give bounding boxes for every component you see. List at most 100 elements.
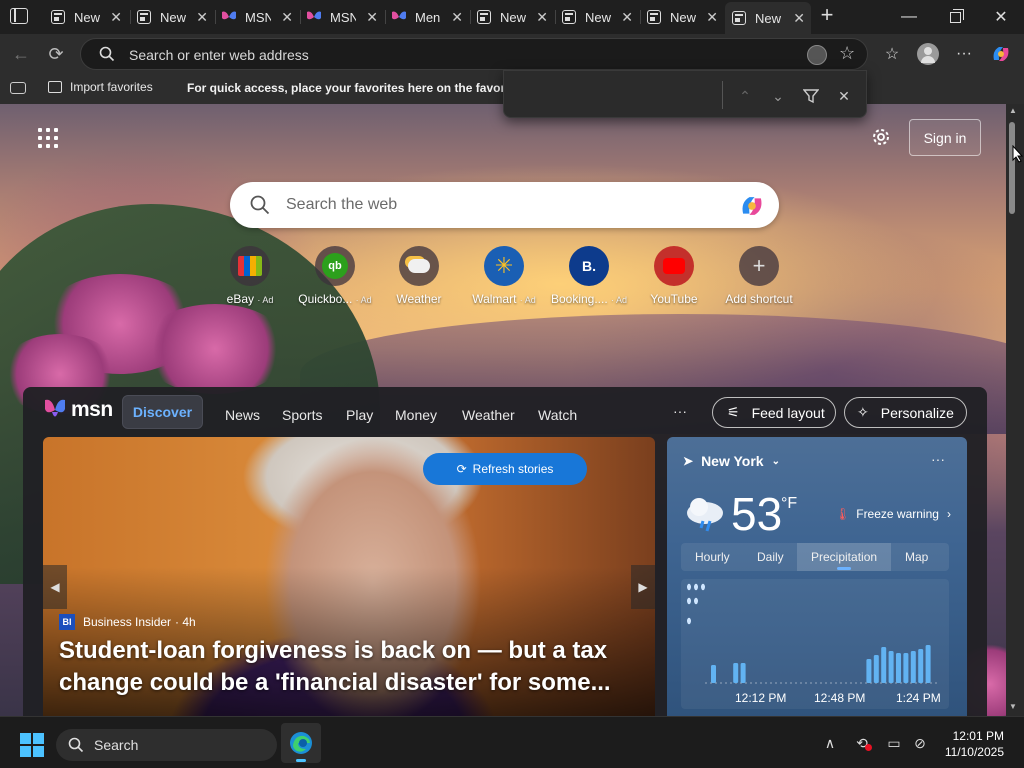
find-previous-icon[interactable]: ⌃	[734, 85, 756, 107]
tab-actions-icon[interactable]	[10, 8, 28, 24]
tab-weather[interactable]: Weather	[462, 407, 515, 423]
weather-more-icon[interactable]: ···	[931, 451, 945, 467]
close-tab-icon[interactable]: ✕	[110, 9, 122, 26]
sidebar-toggle-icon[interactable]	[10, 82, 26, 94]
filter-icon[interactable]	[800, 85, 822, 107]
freeze-warning-alert[interactable]: 🌡 Freeze warning ›	[835, 507, 951, 521]
tab-sports[interactable]: Sports	[282, 407, 322, 423]
tab-8[interactable]: New ✕	[640, 4, 724, 30]
next-story-arrow[interactable]: ▶	[631, 565, 655, 609]
tab-7[interactable]: New ✕	[555, 4, 639, 30]
refresh-stories-button[interactable]: ⟳ Refresh stories	[423, 453, 587, 485]
precip-bar	[896, 653, 901, 683]
display-icon[interactable]: ▭	[884, 733, 904, 753]
tab-news[interactable]: News	[225, 407, 260, 423]
system-clock[interactable]: 12:01 PM 11/10/2025	[945, 728, 1004, 760]
close-tab-icon[interactable]: ✕	[706, 9, 718, 26]
copilot-icon[interactable]	[738, 192, 766, 225]
new-tab-page-icon	[732, 11, 746, 25]
raindrop-marker	[701, 583, 705, 591]
windows-start-icon[interactable]	[20, 733, 44, 757]
tab-daily[interactable]: Daily	[757, 550, 784, 564]
show-hidden-icons-chevron[interactable]: ∧	[820, 733, 840, 753]
close-tab-icon[interactable]: ✕	[793, 10, 805, 27]
shortcut-add[interactable]: + Add shortcut	[719, 246, 799, 306]
tab-title: MSN	[245, 9, 271, 25]
sign-in-button[interactable]: Sign in	[909, 119, 981, 156]
find-next-icon[interactable]: ⌄	[767, 85, 789, 107]
scroll-down-arrow[interactable]: ▼	[1009, 702, 1017, 711]
tab-1[interactable]: New ✕	[44, 4, 128, 30]
close-tab-icon[interactable]: ✕	[621, 9, 633, 26]
story-source[interactable]: BI Business Insider · 4h	[59, 614, 196, 630]
shortcut-weather[interactable]: Weather	[379, 246, 459, 306]
weather-card[interactable]: ➤ New York ⌄ ··· 53 °F 🌡 Freeze warning …	[667, 437, 967, 716]
edge-taskbar-icon[interactable]	[281, 723, 321, 763]
import-favorites-button[interactable]: Import favorites	[48, 80, 153, 94]
close-tab-icon[interactable]: ✕	[451, 9, 463, 26]
chart-time-1: 12:12 PM	[735, 691, 787, 705]
close-tab-icon[interactable]: ✕	[196, 9, 208, 26]
shortcut-youtube[interactable]: YouTube	[634, 246, 714, 306]
tab-discover[interactable]: Discover	[122, 395, 203, 429]
sync-alert-icon[interactable]: ⟲	[852, 733, 872, 753]
copilot-icon[interactable]	[986, 40, 1016, 68]
scroll-thumb[interactable]	[1009, 122, 1015, 214]
back-arrow-icon[interactable]: ←	[6, 40, 36, 68]
tab-underline	[837, 567, 851, 570]
previous-story-arrow[interactable]: ◀	[43, 565, 67, 609]
tab-play[interactable]: Play	[346, 407, 373, 423]
close-find-icon[interactable]: ✕	[833, 85, 855, 107]
weather-location[interactable]: ➤ New York ⌄	[683, 453, 780, 469]
tab-money[interactable]: Money	[395, 407, 437, 423]
refresh-icon: ⟳	[456, 462, 467, 476]
close-window-button[interactable]: ✕	[978, 0, 1024, 34]
tab-9-active[interactable]: New ✕	[725, 2, 811, 34]
find-on-page-bar: ⌃ ⌄ ✕	[503, 70, 867, 118]
shortcut-ebay[interactable]: eBay · Ad	[210, 246, 290, 306]
profile-avatar[interactable]	[913, 40, 943, 68]
apps-launcher-icon[interactable]	[38, 128, 58, 148]
hero-story-card[interactable]: ⟳ Refresh stories ◀ ▶ BI Business Inside…	[43, 437, 655, 716]
tab-title: New	[585, 9, 611, 25]
favorite-star-icon[interactable]: ☆	[839, 43, 855, 64]
tab-watch[interactable]: Watch	[538, 407, 577, 423]
close-tab-icon[interactable]: ✕	[536, 9, 548, 26]
shortcut-quickbooks[interactable]: qb Quickbo... · Ad	[295, 246, 375, 306]
read-aloud-icon[interactable]	[807, 45, 827, 65]
network-offline-icon[interactable]: ⊘	[910, 733, 930, 753]
close-tab-icon[interactable]: ✕	[281, 9, 293, 26]
tab-3[interactable]: MSN ✕	[215, 4, 299, 30]
story-headline[interactable]: Student-loan forgiveness is back on — bu…	[59, 635, 619, 699]
taskbar-search[interactable]: Search	[56, 729, 277, 761]
vertical-scrollbar[interactable]: ▲ ▼	[1006, 104, 1024, 716]
address-bar[interactable]: Search or enter web address ☆	[80, 38, 868, 70]
close-tab-icon[interactable]: ✕	[366, 9, 378, 26]
restore-button[interactable]	[932, 0, 978, 34]
tab-2[interactable]: New ✕	[130, 4, 214, 30]
tab-hourly[interactable]: Hourly	[695, 550, 730, 564]
msn-logo[interactable]: msn	[43, 397, 113, 423]
feed-layout-button[interactable]: ⚟ Feed layout	[712, 397, 836, 428]
shortcut-booking[interactable]: B. Booking.... · Ad	[549, 246, 629, 306]
tab-title: Men	[415, 9, 441, 25]
tab-5[interactable]: Men ✕	[385, 4, 469, 30]
favorites-icon[interactable]: ☆	[877, 40, 907, 68]
new-tab-plus-icon[interactable]: +	[816, 4, 838, 28]
shortcut-label: eBay	[226, 292, 254, 306]
tab-4[interactable]: MSN ✕	[300, 4, 384, 30]
scroll-up-arrow[interactable]: ▲	[1009, 106, 1017, 115]
more-options-icon[interactable]: ···	[949, 40, 979, 68]
more-tabs-icon[interactable]: ···	[673, 403, 687, 419]
web-search-box[interactable]: Search the web	[230, 182, 779, 228]
settings-gear-icon[interactable]	[868, 124, 894, 150]
personalize-button[interactable]: ✧ Personalize	[844, 397, 967, 428]
precipitation-chart	[681, 579, 949, 709]
tab-map[interactable]: Map	[905, 550, 928, 564]
minimize-button[interactable]: —	[886, 0, 932, 34]
location-name: New York	[701, 453, 764, 469]
shortcut-walmart[interactable]: ✳ Walmart · Ad	[464, 246, 544, 306]
refresh-icon[interactable]: ⟳	[41, 40, 71, 68]
tab-6[interactable]: New ✕	[470, 4, 554, 30]
web-search-placeholder: Search the web	[286, 196, 398, 213]
